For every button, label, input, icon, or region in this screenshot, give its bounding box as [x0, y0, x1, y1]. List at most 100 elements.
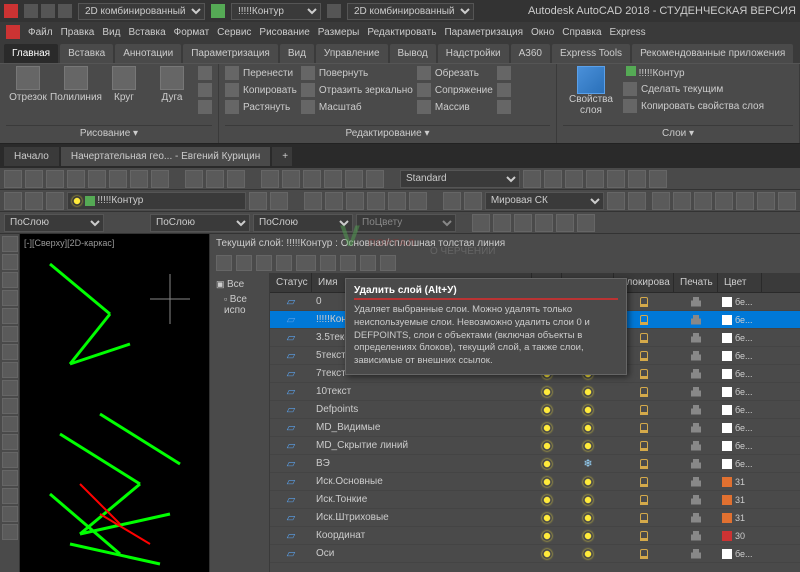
- tab-manage[interactable]: Управление: [316, 44, 388, 63]
- layer-on-icon[interactable]: [542, 531, 552, 541]
- print-icon[interactable]: [691, 441, 701, 451]
- tool-icon[interactable]: [2, 254, 18, 270]
- tb-icon[interactable]: [472, 214, 490, 232]
- tb-icon[interactable]: [736, 192, 754, 210]
- rotate-button[interactable]: Повернуть: [301, 66, 413, 80]
- lock-icon[interactable]: [640, 495, 648, 505]
- ucs-combo[interactable]: Мировая СК: [485, 192, 605, 210]
- menu-tools[interactable]: Сервис: [217, 27, 251, 38]
- tab-featured[interactable]: Рекомендованные приложения: [632, 44, 793, 63]
- tb-icon[interactable]: [493, 214, 511, 232]
- print-icon[interactable]: [691, 387, 701, 397]
- make-current-button[interactable]: Сделать текущим: [623, 82, 793, 96]
- tool-icon[interactable]: [2, 416, 18, 432]
- layer-row[interactable]: ▱Осибе...: [270, 545, 800, 563]
- menu-window[interactable]: Окно: [531, 27, 554, 38]
- tb-icon[interactable]: [46, 170, 64, 188]
- color-swatch[interactable]: [722, 369, 732, 379]
- color-swatch[interactable]: [722, 513, 732, 523]
- workspace-combo-1[interactable]: 2D комбинированный: [78, 3, 205, 20]
- tb-icon[interactable]: [270, 192, 288, 210]
- tb-icon[interactable]: [4, 170, 22, 188]
- doc-tab-add[interactable]: +: [272, 147, 292, 166]
- tb-icon[interactable]: [778, 192, 796, 210]
- lock-icon[interactable]: [640, 351, 648, 361]
- menu-express[interactable]: Express: [610, 27, 646, 38]
- tb-icon[interactable]: [523, 170, 541, 188]
- tb-icon[interactable]: [464, 192, 482, 210]
- lp-new-layer-icon[interactable]: [320, 255, 336, 271]
- tab-insert[interactable]: Вставка: [60, 44, 113, 63]
- tool-icon[interactable]: [2, 506, 18, 522]
- tool-icon[interactable]: [2, 470, 18, 486]
- panel-modify-label[interactable]: Редактирование ▾: [225, 125, 550, 141]
- tb-icon[interactable]: [628, 170, 646, 188]
- lock-icon[interactable]: [640, 297, 648, 307]
- tool-icon[interactable]: [2, 524, 18, 540]
- menu-modify[interactable]: Редактировать: [367, 27, 436, 38]
- col-color[interactable]: Цвет: [718, 273, 762, 292]
- mirror-button[interactable]: Отразить зеркально: [301, 83, 413, 97]
- sun-icon[interactable]: [583, 513, 593, 523]
- print-icon[interactable]: [691, 531, 701, 541]
- lp-tool-icon[interactable]: [216, 255, 232, 271]
- app-menu-icon[interactable]: [6, 25, 20, 39]
- tb-icon[interactable]: [345, 170, 363, 188]
- doc-tab-start[interactable]: Начало: [4, 147, 59, 166]
- layer-on-icon[interactable]: [542, 495, 552, 505]
- linetype-combo[interactable]: ПоСлою: [150, 214, 250, 232]
- tb-icon[interactable]: [324, 170, 342, 188]
- tool-icon[interactable]: [2, 398, 18, 414]
- arc-button[interactable]: Дуга: [150, 66, 194, 103]
- tb-icon[interactable]: [565, 170, 583, 188]
- circle-button[interactable]: Круг: [102, 66, 146, 103]
- color-swatch[interactable]: [722, 441, 732, 451]
- lp-tool-icon[interactable]: [256, 255, 272, 271]
- viewport[interactable]: [-][Сверху][2D-каркас]: [20, 234, 210, 572]
- layer-row[interactable]: ▱Defpointsбе...: [270, 401, 800, 419]
- color-swatch[interactable]: [722, 315, 732, 325]
- stretch-button[interactable]: Растянуть: [225, 100, 297, 114]
- filter-used[interactable]: ▫ Все испо: [214, 292, 265, 318]
- menu-parametric[interactable]: Параметризация: [444, 27, 523, 38]
- layer-row[interactable]: ▱MD_Видимыебе...: [270, 419, 800, 437]
- move-button[interactable]: Перенести: [225, 66, 297, 80]
- lock-icon[interactable]: [640, 423, 648, 433]
- color-swatch[interactable]: [722, 423, 732, 433]
- layer-on-icon[interactable]: [542, 441, 552, 451]
- color-swatch[interactable]: [722, 549, 732, 559]
- tb-icon[interactable]: [109, 170, 127, 188]
- sun-icon[interactable]: [583, 387, 593, 397]
- layer-row[interactable]: ▱10текстбе...: [270, 383, 800, 401]
- layer-on-icon[interactable]: [542, 423, 552, 433]
- tab-home[interactable]: Главная: [4, 44, 58, 63]
- menu-insert[interactable]: Вставка: [128, 27, 165, 38]
- tb-icon[interactable]: [388, 192, 406, 210]
- tb-icon[interactable]: [535, 214, 553, 232]
- extra-draw-icon-2[interactable]: [198, 83, 212, 97]
- tool-icon[interactable]: [2, 326, 18, 342]
- lp-set-current-icon[interactable]: [380, 255, 396, 271]
- qa-ws-icon[interactable]: [327, 4, 341, 18]
- print-icon[interactable]: [691, 459, 701, 469]
- tb-icon[interactable]: [649, 170, 667, 188]
- sun-icon[interactable]: [583, 405, 593, 415]
- print-icon[interactable]: [691, 513, 701, 523]
- tb-icon[interactable]: [4, 192, 22, 210]
- tb-icon[interactable]: [628, 192, 646, 210]
- tb-icon[interactable]: [586, 170, 604, 188]
- tool-icon[interactable]: [2, 452, 18, 468]
- lock-icon[interactable]: [640, 549, 648, 559]
- layer-row[interactable]: ▱ВЭ❄бе...: [270, 455, 800, 473]
- tb-icon[interactable]: [282, 170, 300, 188]
- layer-on-icon[interactable]: [542, 549, 552, 559]
- layer-on-icon[interactable]: [542, 513, 552, 523]
- doc-tab-current[interactable]: Начертательная гео... - Евгений Курицин: [61, 147, 270, 166]
- tab-view[interactable]: Вид: [280, 44, 314, 63]
- tb-icon[interactable]: [694, 192, 712, 210]
- tb-icon[interactable]: [304, 192, 322, 210]
- tb-icon[interactable]: [514, 214, 532, 232]
- print-icon[interactable]: [691, 549, 701, 559]
- layer-row[interactable]: ▱MD_Скрытие линийбе...: [270, 437, 800, 455]
- layer-props-button[interactable]: Свойства слоя: [563, 66, 619, 116]
